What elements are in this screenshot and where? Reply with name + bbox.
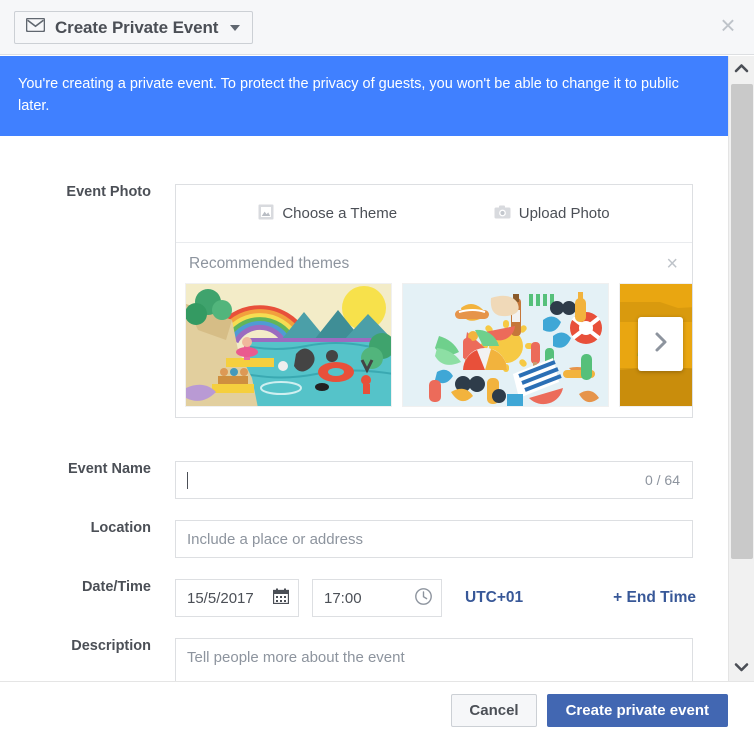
recommended-themes-panel: Recommended themes × [176, 243, 692, 417]
event-photo-label: Event Photo [66, 184, 151, 200]
timezone-link[interactable]: UTC+01 [465, 589, 523, 607]
caret-down-icon [230, 24, 241, 31]
location-label: Location [90, 520, 151, 536]
choose-a-theme-label: Choose a Theme [282, 205, 398, 222]
location-placeholder: Include a place or address [187, 530, 363, 548]
time-value: 17:00 [324, 589, 362, 607]
upload-photo-button[interactable]: Upload Photo [494, 205, 610, 223]
photo-actions: Choose a Theme Upload Photo [176, 185, 692, 243]
event-photo-row: Event Photo Choose a Theme Upload Photo … [0, 184, 728, 418]
image-frame-icon [258, 204, 274, 224]
scrollbar-up-button[interactable] [729, 56, 754, 82]
camera-icon [494, 205, 511, 223]
event-photo-box: Choose a Theme Upload Photo Recommended … [175, 184, 693, 418]
close-icon[interactable]: × [716, 12, 740, 38]
date-value: 15/5/2017 [187, 589, 254, 607]
create-private-event-menu-button[interactable]: Create Private Event [14, 11, 254, 44]
vertical-scrollbar[interactable] [728, 56, 754, 681]
location-input[interactable]: Include a place or address [175, 520, 693, 558]
dialog-footer: Cancel Create private event [0, 681, 754, 739]
themes-next-button[interactable] [638, 317, 683, 371]
location-row: Location Include a place or address [0, 520, 728, 558]
description-placeholder: Tell people more about the event [187, 649, 405, 666]
recommended-themes-header: Recommended themes × [176, 251, 692, 283]
recommended-themes-title: Recommended themes [189, 255, 350, 272]
create-private-event-submit-button[interactable]: Create private event [546, 694, 728, 727]
create-private-event-dialog: Create Private Event × You're creating a… [0, 0, 754, 739]
theme-thumbnail-summer-items-sun[interactable] [402, 283, 609, 407]
dialog-header: Create Private Event × [0, 0, 754, 55]
description-label: Description [71, 638, 151, 654]
description-row: Description Tell people more about the e… [0, 638, 728, 681]
privacy-notice-text: You're creating a private event. To prot… [18, 76, 679, 114]
calendar-icon[interactable] [272, 588, 290, 608]
description-input[interactable]: Tell people more about the event [175, 638, 693, 681]
date-input[interactable]: 15/5/2017 [175, 579, 299, 617]
event-name-input[interactable]: 0 / 64 [175, 461, 693, 499]
datetime-row: Date/Time 15/5/2017 17:00 UTC+01 + End T… [0, 579, 728, 617]
cancel-button[interactable]: Cancel [451, 694, 537, 727]
chevron-down-icon [734, 659, 749, 677]
privacy-notice-banner: You're creating a private event. To prot… [0, 56, 728, 136]
datetime-label: Date/Time [81, 579, 151, 595]
envelope-icon [25, 17, 46, 37]
time-input[interactable]: 17:00 [312, 579, 442, 617]
chevron-up-icon [734, 60, 749, 78]
chevron-right-icon [654, 331, 668, 358]
text-caret [187, 471, 188, 489]
themes-carousel [176, 283, 692, 407]
choose-a-theme-button[interactable]: Choose a Theme [258, 204, 397, 224]
event-name-label: Event Name [67, 461, 151, 477]
scrollbar-thumb[interactable] [731, 84, 753, 559]
themes-close-icon[interactable]: × [666, 254, 678, 274]
scrollbar-down-button[interactable] [729, 655, 754, 681]
upload-photo-label: Upload Photo [518, 205, 610, 222]
event-name-char-count: 0 / 64 [644, 472, 680, 488]
add-end-time-link[interactable]: + End Time [613, 589, 696, 607]
header-button-label: Create Private Event [55, 17, 219, 37]
event-name-row: Event Name 0 / 64 [0, 461, 728, 499]
event-form: Event Photo Choose a Theme Upload Photo … [0, 136, 728, 681]
theme-thumbnail-lake-swimming-rainbow[interactable] [185, 283, 392, 407]
datetime-controls: 15/5/2017 17:00 UTC+01 + End Time [175, 579, 696, 617]
clock-icon[interactable] [415, 587, 432, 609]
